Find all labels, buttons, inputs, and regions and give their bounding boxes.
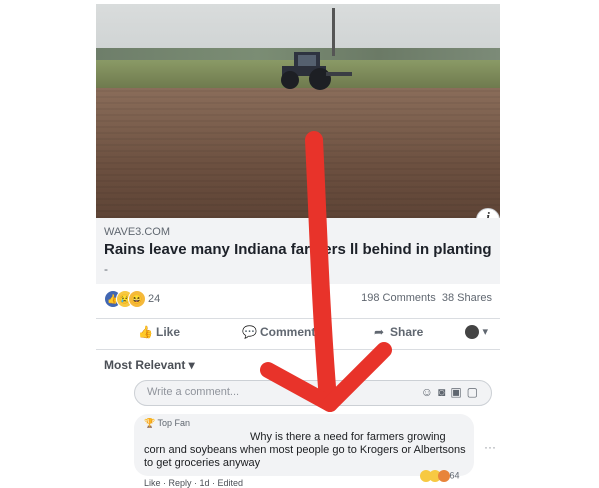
comment-actions[interactable]: Like · Reply · 1d · Edited xyxy=(144,478,243,488)
comment-reaction-count: 64 xyxy=(449,470,460,481)
thumbs-up-icon: 👍 xyxy=(138,325,153,339)
emoji-icon[interactable]: ☺ xyxy=(421,385,438,399)
comments-shares[interactable]: 198 Comments 38 Shares xyxy=(361,292,492,304)
comment-sort-dropdown[interactable]: Most Relevant ▾ xyxy=(104,358,195,372)
reaction-count: 24 xyxy=(148,293,161,305)
comments-count[interactable]: 198 Comments xyxy=(361,292,436,304)
comment-text: Why is there a need for farmers growing … xyxy=(144,431,466,469)
action-bar: 👍 Like 💬 Comment ➦ Share ▾ xyxy=(96,318,500,350)
chevron-down-icon: ▾ xyxy=(482,326,488,338)
top-fan-badge: 🏆 Top Fan xyxy=(144,418,191,428)
link-source: WAVE3.COM xyxy=(104,226,171,238)
post-as-selector[interactable]: ▾ xyxy=(465,325,488,340)
link-preview[interactable]: WAVE3.COM Rains leave many Indiana farme… xyxy=(96,218,500,284)
comment-input-placeholder: Write a comment... xyxy=(147,386,240,398)
composer-tools: ☺◙▣▢ xyxy=(421,385,483,399)
comment-input[interactable]: Write a comment... ☺◙▣▢ xyxy=(134,380,492,406)
comment-label: Comment xyxy=(260,325,316,339)
sticker-icon[interactable]: ▢ xyxy=(467,385,483,399)
like-label: Like xyxy=(156,325,181,339)
top-fan-label: Top Fan xyxy=(157,418,191,428)
comment-bubble: 🏆 Top Fan Why is there a need for farmer… xyxy=(134,414,474,476)
photo-soil xyxy=(96,88,500,218)
link-headline[interactable]: Rains leave many Indiana farmers ll behi… xyxy=(104,241,492,258)
gif-icon[interactable]: ▣ xyxy=(450,385,466,399)
haha-reaction-icon: 😆 xyxy=(128,290,146,308)
share-label: Share xyxy=(390,325,424,339)
post-stats: 👍 😢 😆 24 198 Comments 38 Shares xyxy=(96,288,500,310)
tractor-icon xyxy=(281,52,352,90)
shares-count[interactable]: 38 Shares xyxy=(442,292,492,304)
avatar xyxy=(465,325,480,340)
comment-options-icon[interactable]: ··· xyxy=(484,440,496,454)
share-button[interactable]: ➦ Share xyxy=(372,325,423,339)
comment-reactions[interactable]: 64 xyxy=(420,470,460,482)
like-button[interactable]: 👍 Like xyxy=(138,325,180,339)
share-arrow-icon: ➦ xyxy=(373,325,385,339)
angry-reaction-icon xyxy=(438,470,450,482)
camera-icon[interactable]: ◙ xyxy=(438,385,450,399)
post-photo[interactable] xyxy=(96,4,500,218)
link-description: - xyxy=(104,262,108,276)
speech-bubble-icon: 💬 xyxy=(242,325,257,339)
comment-button[interactable]: 💬 Comment xyxy=(242,325,315,339)
